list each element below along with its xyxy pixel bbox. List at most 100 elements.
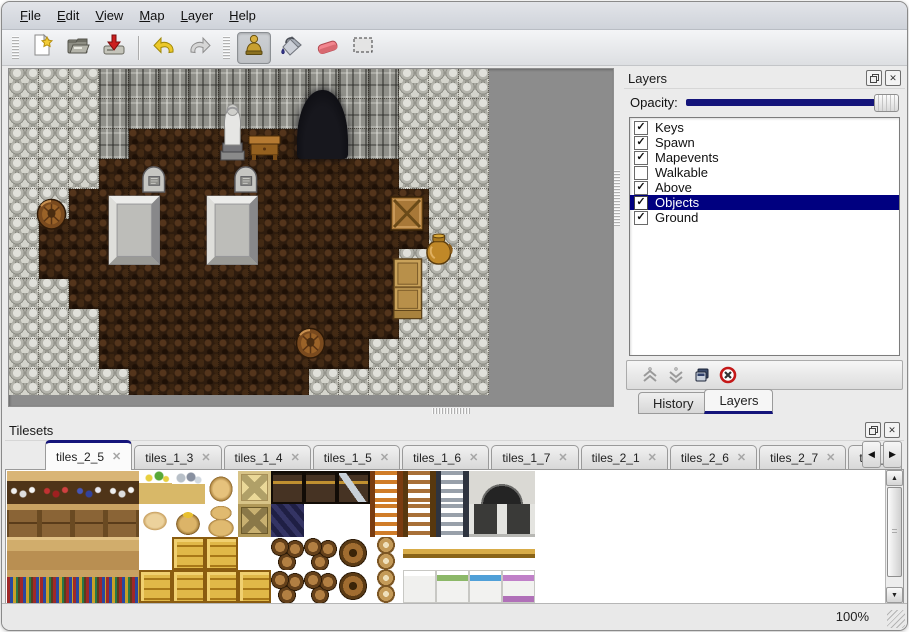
tileset-tile-cz[interactable] bbox=[337, 471, 370, 504]
tileset-tile-bk[interactable] bbox=[40, 570, 73, 603]
tileset-tile-brl[interactable] bbox=[337, 570, 370, 603]
tileset-tile-so[interactable] bbox=[172, 504, 205, 537]
tileset-tile-em[interactable] bbox=[139, 537, 172, 570]
close-tilesets-icon[interactable]: ✕ bbox=[884, 422, 900, 438]
undo-button[interactable] bbox=[148, 33, 180, 63]
tileset-tile-ct[interactable] bbox=[106, 537, 139, 570]
toolbar-drag-handle-2[interactable] bbox=[223, 36, 230, 60]
tileset-tile-lb[interactable] bbox=[403, 471, 436, 504]
opacity-slider-track[interactable] bbox=[686, 99, 897, 106]
dock-tab-layers[interactable]: Layers bbox=[704, 389, 773, 414]
tileset-tile-ga[interactable] bbox=[469, 471, 502, 504]
close-tab-icon[interactable]: ✕ bbox=[112, 450, 121, 463]
tileset-tab-tiles_1_7[interactable]: tiles_1_7✕ bbox=[491, 445, 578, 469]
tileset-tile-bk[interactable] bbox=[73, 570, 106, 603]
tileset-tile-bw[interactable] bbox=[403, 570, 436, 603]
tileset-tile-ct[interactable] bbox=[40, 537, 73, 570]
tileset-tile-bk[interactable] bbox=[7, 570, 40, 603]
opacity-slider[interactable] bbox=[686, 94, 899, 110]
tileset-tile-sb[interactable] bbox=[73, 471, 106, 504]
tileset-scrollbar[interactable]: ▲ ▼ bbox=[885, 470, 903, 603]
layer-checkbox-ground[interactable]: ✓ bbox=[634, 211, 648, 225]
tileset-tile-bk[interactable] bbox=[106, 570, 139, 603]
menu-map[interactable]: Map bbox=[131, 5, 172, 26]
tileset-tile-bh[interactable] bbox=[436, 537, 469, 570]
menu-help[interactable]: Help bbox=[221, 5, 264, 26]
dock-tab-history[interactable]: History bbox=[638, 392, 708, 414]
tileset-tab-tiles_1_3[interactable]: tiles_1_3✕ bbox=[134, 445, 221, 469]
layer-checkbox-above[interactable]: ✓ bbox=[634, 181, 648, 195]
tileset-tile-xd[interactable] bbox=[238, 504, 271, 537]
tileset-tile-bh[interactable] bbox=[469, 537, 502, 570]
close-tab-icon[interactable]: ✕ bbox=[201, 451, 210, 464]
tileset-tile-lb[interactable] bbox=[403, 504, 436, 537]
tileset-tile-yc[interactable] bbox=[172, 537, 205, 570]
close-tab-icon[interactable]: ✕ bbox=[648, 451, 657, 464]
scroll-tabs-left-icon[interactable]: ◀ bbox=[862, 441, 881, 468]
fill-tool-button[interactable] bbox=[275, 33, 307, 63]
close-tab-icon[interactable]: ✕ bbox=[469, 451, 478, 464]
select-tool-button[interactable] bbox=[347, 33, 379, 63]
tileset-tab-tiles_2_1[interactable]: tiles_2_1✕ bbox=[581, 445, 668, 469]
tileset-tile-pot[interactable] bbox=[370, 537, 403, 570]
layer-row-keys[interactable]: ✓Keys bbox=[630, 120, 899, 135]
horizontal-splitter-handle[interactable] bbox=[432, 408, 470, 414]
duplicate-layer-button[interactable] bbox=[689, 364, 715, 386]
close-tab-icon[interactable]: ✕ bbox=[737, 451, 746, 464]
toolbar-drag-handle[interactable] bbox=[12, 36, 19, 60]
tileset-tile-bgr[interactable] bbox=[436, 570, 469, 603]
tileset-view[interactable]: ▲ ▼ bbox=[5, 469, 904, 604]
tileset-tile-lg[interactable] bbox=[436, 471, 469, 504]
float-panel-icon[interactable] bbox=[866, 70, 882, 86]
tileset-tile-yc[interactable] bbox=[205, 570, 238, 603]
eraser-tool-button[interactable] bbox=[311, 33, 343, 63]
new-map-button[interactable] bbox=[26, 33, 58, 63]
tileset-tile-lo[interactable] bbox=[370, 471, 403, 504]
tileset-tile-yc[interactable] bbox=[205, 537, 238, 570]
scroll-down-icon[interactable]: ▼ bbox=[886, 587, 903, 603]
tileset-tab-tiles_2_7[interactable]: tiles_2_7✕ bbox=[759, 445, 846, 469]
tileset-tile-cb[interactable] bbox=[73, 504, 106, 537]
resize-grip[interactable] bbox=[887, 610, 905, 628]
tileset-tile-sr[interactable] bbox=[40, 471, 73, 504]
tileset-tile-gc[interactable] bbox=[469, 504, 502, 537]
layer-checkbox-mapevents[interactable]: ✓ bbox=[634, 151, 648, 165]
layer-checkbox-spawn[interactable]: ✓ bbox=[634, 136, 648, 150]
close-tab-icon[interactable]: ✕ bbox=[380, 451, 389, 464]
menu-file[interactable]: File bbox=[12, 5, 49, 26]
tileset-tile-bar[interactable] bbox=[271, 570, 304, 603]
layer-checkbox-objects[interactable]: ✓ bbox=[634, 196, 648, 210]
scroll-up-icon[interactable]: ▲ bbox=[886, 470, 903, 486]
raise-layer-button[interactable] bbox=[637, 364, 663, 386]
tileset-tile-gd[interactable] bbox=[172, 471, 205, 504]
layer-row-walkable[interactable]: Walkable bbox=[630, 165, 899, 180]
save-map-button[interactable] bbox=[98, 33, 130, 63]
tileset-tab-tiles_2_6[interactable]: tiles_2_6✕ bbox=[670, 445, 757, 469]
tileset-tile-ct[interactable] bbox=[7, 537, 40, 570]
lower-layer-button[interactable] bbox=[663, 364, 689, 386]
tileset-tile-bar[interactable] bbox=[271, 537, 304, 570]
tileset-tile-gc[interactable] bbox=[502, 504, 535, 537]
tileset-tile-ct[interactable] bbox=[73, 537, 106, 570]
delete-layer-button[interactable] bbox=[715, 364, 741, 386]
tileset-tile-lg[interactable] bbox=[436, 504, 469, 537]
tileset-tile-sw[interactable] bbox=[7, 471, 40, 504]
tileset-tile-sw[interactable] bbox=[106, 471, 139, 504]
tileset-tile-ch[interactable] bbox=[271, 471, 304, 504]
close-tab-icon[interactable]: ✕ bbox=[558, 451, 567, 464]
tileset-tile-pot[interactable] bbox=[370, 570, 403, 603]
menu-layer[interactable]: Layer bbox=[173, 5, 222, 26]
layer-checkbox-walkable[interactable] bbox=[634, 166, 648, 180]
menu-edit[interactable]: Edit bbox=[49, 5, 87, 26]
tileset-tile-brl[interactable] bbox=[337, 537, 370, 570]
stamp-tool-button[interactable] bbox=[237, 32, 271, 64]
layer-checkbox-keys[interactable]: ✓ bbox=[634, 121, 648, 135]
tileset-tile-cb[interactable] bbox=[40, 504, 73, 537]
layer-list[interactable]: ✓Keys✓Spawn✓MapeventsWalkable✓Above✓Obje… bbox=[629, 117, 900, 356]
close-panel-icon[interactable]: ✕ bbox=[885, 70, 901, 86]
close-tab-icon[interactable]: ✕ bbox=[826, 451, 835, 464]
tileset-tile-bpu[interactable] bbox=[502, 570, 535, 603]
tileset-tile-em[interactable] bbox=[337, 504, 370, 537]
tileset-tile-bbl[interactable] bbox=[469, 570, 502, 603]
tileset-tile-em[interactable] bbox=[238, 537, 271, 570]
